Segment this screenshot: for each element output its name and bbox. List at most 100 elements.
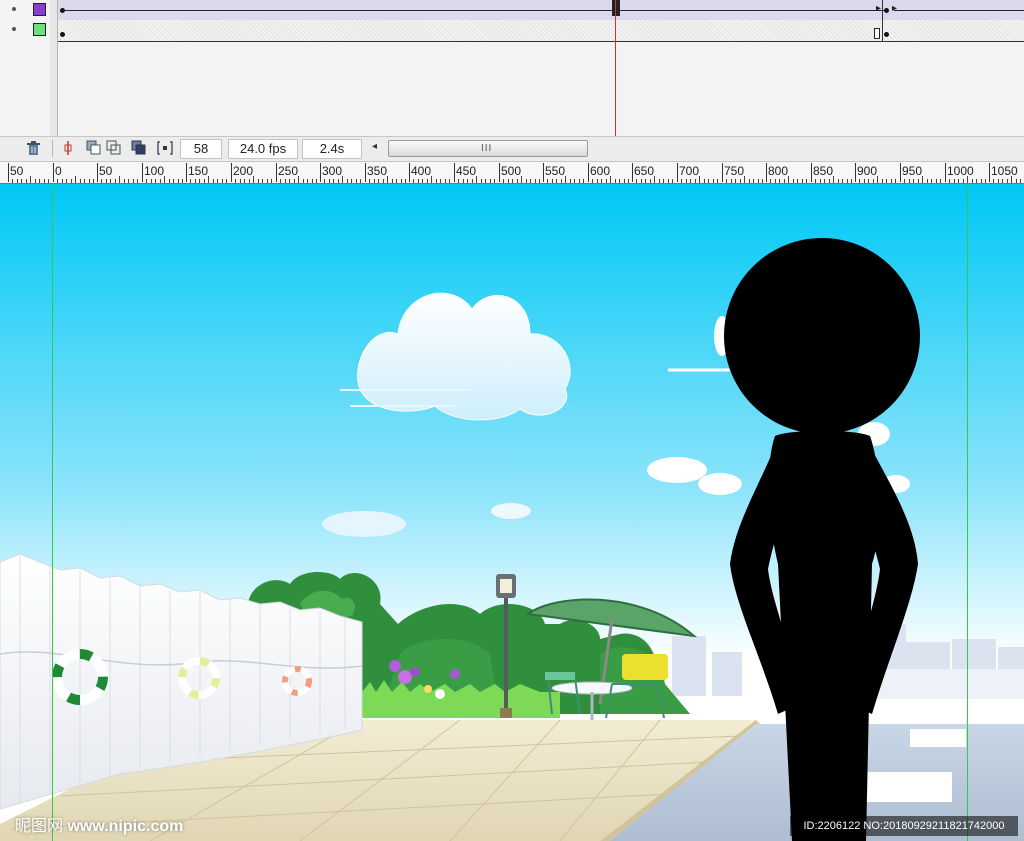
onion-skin-outlines-icon[interactable] xyxy=(106,140,122,156)
ruler-major-tick xyxy=(722,163,723,182)
delete-layer-icon[interactable] xyxy=(25,140,41,156)
ruler-minor-tick xyxy=(449,179,450,183)
ruler-minor-tick xyxy=(619,179,620,183)
ruler-minor-tick xyxy=(735,179,736,183)
layer-outline-color-swatch[interactable] xyxy=(33,23,46,36)
keyframe[interactable] xyxy=(60,32,65,37)
ruler-minor-tick xyxy=(806,179,807,183)
layer-visibility-dot[interactable] xyxy=(12,27,16,31)
center-frame-icon[interactable] xyxy=(60,140,76,156)
ruler-minor-tick xyxy=(133,179,134,183)
ruler-major-tick xyxy=(454,163,455,182)
ruler-minor-tick xyxy=(922,176,923,183)
ruler-minor-tick xyxy=(726,179,727,183)
ruler-minor-tick xyxy=(240,179,241,183)
ruler-minor-tick xyxy=(494,179,495,183)
ruler-minor-tick xyxy=(458,179,459,183)
end-frame-marker[interactable] xyxy=(874,28,880,39)
ruler-minor-tick xyxy=(303,179,304,183)
frame-row-layer-1[interactable]: ▸ ▸ xyxy=(58,0,1024,20)
stage-canvas[interactable]: 昵图网 www.nipic.com ID:2206122 NO:20180929… xyxy=(0,184,1024,841)
ruler-major-tick xyxy=(8,163,9,182)
ruler-minor-tick xyxy=(552,179,553,183)
ruler-minor-tick xyxy=(530,179,531,183)
ruler-minor-tick xyxy=(66,179,67,183)
ruler-major-tick xyxy=(543,163,544,182)
layer-row-2[interactable] xyxy=(0,20,50,39)
guide-line-right[interactable] xyxy=(967,184,968,841)
ruler-minor-tick xyxy=(508,179,509,183)
frame-row-layer-2[interactable] xyxy=(58,20,1024,42)
ruler-minor-tick xyxy=(463,179,464,183)
ruler-minor-tick xyxy=(258,179,259,183)
elapsed-time-field[interactable]: 2.4s xyxy=(302,139,362,159)
onion-skin-icon[interactable] xyxy=(86,140,102,156)
ruler-major-tick xyxy=(632,163,633,182)
ruler-minor-tick xyxy=(704,179,705,183)
layer-list xyxy=(0,0,51,136)
ruler-minor-tick xyxy=(436,179,437,183)
ruler-minor-tick xyxy=(360,179,361,183)
ruler-minor-tick xyxy=(535,179,536,183)
scrollbar-grip: III xyxy=(481,143,493,154)
frame-grid[interactable]: ▸ ▸ xyxy=(58,0,1024,136)
timeline-splitter[interactable] xyxy=(50,0,58,136)
ruler-minor-tick xyxy=(904,179,905,183)
scroll-left-arrow-icon[interactable]: ◂ xyxy=(372,141,377,152)
playhead-line[interactable] xyxy=(615,0,616,136)
ruler-minor-tick xyxy=(213,179,214,183)
frame-rate-field[interactable]: 24.0 fps xyxy=(228,139,298,159)
ruler-minor-tick xyxy=(645,179,646,183)
ruler-tick-label: 450 xyxy=(456,164,477,178)
layer-row-1[interactable] xyxy=(0,0,50,19)
ruler-minor-tick xyxy=(864,179,865,183)
keyframe[interactable] xyxy=(884,8,889,13)
ruler-minor-tick xyxy=(641,179,642,183)
timeline-horizontal-scrollbar[interactable]: III xyxy=(388,140,588,157)
ruler-minor-tick xyxy=(940,179,941,183)
ruler-minor-tick xyxy=(1011,176,1012,183)
playhead-handle[interactable] xyxy=(612,0,620,16)
ruler-minor-tick xyxy=(195,179,196,183)
ruler-minor-tick xyxy=(307,179,308,183)
ruler-minor-tick xyxy=(770,179,771,183)
layer-outline-color-swatch[interactable] xyxy=(33,3,46,16)
ruler-minor-tick xyxy=(30,176,31,183)
edit-multiple-frames-icon[interactable] xyxy=(131,140,147,156)
ruler-minor-tick xyxy=(115,179,116,183)
ruler-minor-tick xyxy=(110,179,111,183)
current-frame-field[interactable]: 58 xyxy=(180,139,222,159)
tween-arrow-icon: ▸ xyxy=(892,3,898,14)
guide-line-left[interactable] xyxy=(52,184,53,841)
ruler-minor-tick xyxy=(815,179,816,183)
ruler-minor-tick xyxy=(316,179,317,183)
ruler-minor-tick xyxy=(847,179,848,183)
motion-tween-line xyxy=(62,10,884,11)
ruler-tick-label: 150 xyxy=(188,164,209,178)
ruler-minor-tick xyxy=(374,179,375,183)
ruler-minor-tick xyxy=(440,179,441,183)
ruler-minor-tick xyxy=(708,179,709,183)
ruler-minor-tick xyxy=(396,179,397,183)
ruler-tick-label: 650 xyxy=(634,164,655,178)
layer-visibility-dot[interactable] xyxy=(12,7,16,11)
ruler-minor-tick xyxy=(936,179,937,183)
ruler-minor-tick xyxy=(624,179,625,183)
ruler-minor-tick xyxy=(124,179,125,183)
watermark-brand: 昵图网 xyxy=(15,818,64,835)
ruler-tick-label: 300 xyxy=(322,164,343,178)
ruler-minor-tick xyxy=(17,179,18,183)
ruler-minor-tick xyxy=(681,179,682,183)
ruler-tick-label: 800 xyxy=(768,164,789,178)
ruler-minor-tick xyxy=(476,176,477,183)
keyframe[interactable] xyxy=(884,32,889,37)
ruler-minor-tick xyxy=(784,179,785,183)
ruler-major-tick xyxy=(276,163,277,182)
ruler-minor-tick xyxy=(164,176,165,183)
ruler-minor-tick xyxy=(378,179,379,183)
ruler-minor-tick xyxy=(654,176,655,183)
modify-onion-markers-icon[interactable] xyxy=(157,140,173,156)
ruler-minor-tick xyxy=(690,179,691,183)
ruler-minor-tick xyxy=(405,179,406,183)
ruler-minor-tick xyxy=(75,176,76,183)
